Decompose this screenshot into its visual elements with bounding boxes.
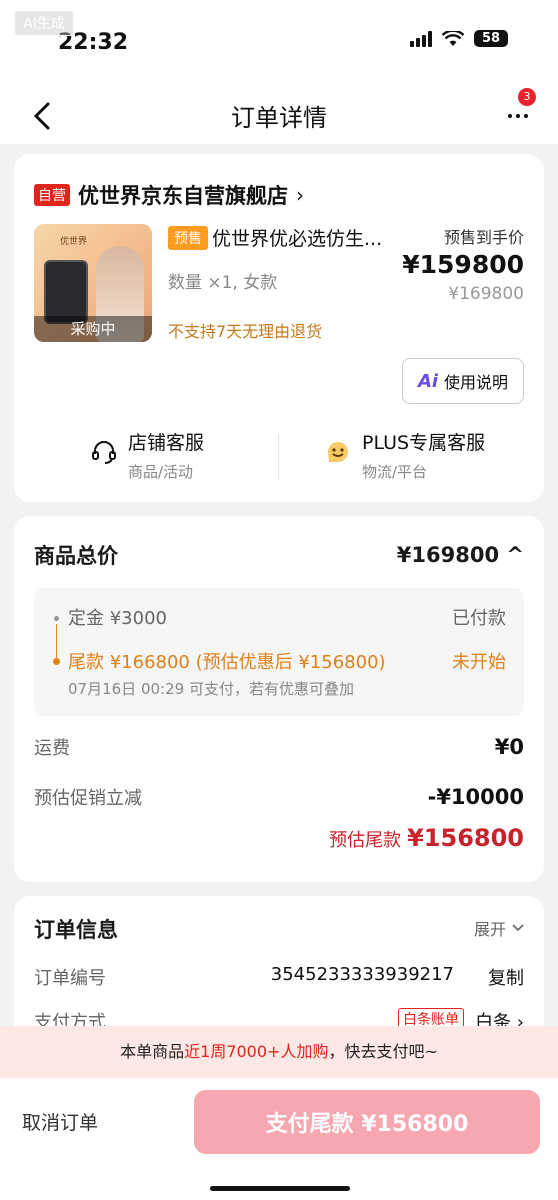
plus-service-sub: 物流/平台	[362, 463, 428, 481]
promo-value: -¥10000	[427, 785, 524, 809]
usage-guide-button[interactable]: Ai 使用说明	[402, 358, 524, 404]
balance-note: 07月16日 00:29 可支付，若有优惠可叠加	[68, 680, 354, 698]
product-spec: 数量 ×1, 女款	[168, 273, 278, 293]
signal-icon	[410, 30, 432, 47]
plus-service-title: PLUS专属客服	[362, 432, 486, 454]
total-price-row[interactable]: 商品总价 ¥169800 ^	[34, 540, 524, 570]
ai-watermark: AI生成	[14, 10, 74, 36]
presale-tag: 预售	[168, 226, 208, 250]
product-card: 自营 优世界京东自营旗舰店 › 优世界 采购中 预售 优世界优必选仿生... 数…	[14, 154, 544, 502]
page-title: 订单详情	[231, 104, 327, 132]
divider	[278, 434, 279, 480]
ai-sparkle-icon: Ai	[417, 370, 439, 392]
bottom-action-bar: 取消订单 支付尾款 ¥156800	[0, 1078, 558, 1200]
promo-label: 预估促销立减	[34, 788, 142, 809]
return-warning: 不支持7天无理由退货	[168, 322, 323, 341]
pay-balance-button[interactable]: 支付尾款 ¥156800	[194, 1090, 540, 1154]
balance-line: 尾款 ¥166800 (预估优惠后 ¥156800)	[68, 652, 386, 673]
thumb-logo: 优世界	[60, 237, 88, 247]
expand-button[interactable]: 展开	[474, 916, 524, 940]
headset-icon	[92, 441, 116, 464]
cancel-order-button[interactable]: 取消订单	[22, 1108, 98, 1135]
payment-schedule: 定金 ¥3000 已付款 尾款 ¥166800 (预估优惠后 ¥156800) …	[34, 588, 524, 716]
order-number-label: 订单编号	[34, 968, 106, 989]
promo-banner: 本单商品近1周7000+人加购，快去支付吧~	[0, 1026, 558, 1078]
timeline-dot-active	[53, 658, 60, 665]
estimated-balance: 预估尾款 ¥156800	[329, 824, 524, 852]
promo-prefix: 本单商品	[120, 1042, 185, 1061]
timeline-line	[56, 624, 57, 658]
thumb-status: 采购中	[34, 316, 152, 342]
battery-icon: 58	[474, 30, 508, 47]
self-operated-tag: 自营	[34, 184, 70, 206]
nav-bar: 订单详情 3	[0, 88, 558, 144]
usage-guide-label: 使用说明	[444, 373, 509, 392]
chevron-right-icon: ›	[296, 183, 304, 207]
status-bar: 22:32 58	[0, 0, 558, 88]
shop-name: 优世界京东自营旗舰店	[78, 184, 288, 208]
original-price: ¥169800	[448, 284, 524, 304]
price-summary-card: 商品总价 ¥169800 ^ 定金 ¥3000 已付款 尾款 ¥166800 (…	[14, 516, 544, 882]
smiley-icon	[328, 442, 348, 462]
store-service-title: 店铺客服	[128, 432, 205, 454]
chevron-down-icon	[512, 924, 524, 932]
notification-badge: 3	[518, 88, 536, 106]
phone-graphic	[44, 260, 88, 324]
presale-price: ¥159800	[402, 250, 524, 279]
order-info-title: 订单信息	[34, 918, 118, 942]
product-thumbnail[interactable]: 优世界 采购中	[34, 224, 152, 342]
status-icons: 58	[410, 30, 508, 47]
price-label: 预售到手价	[443, 228, 524, 247]
balance-status: 未开始	[452, 652, 506, 673]
wifi-icon	[442, 30, 464, 46]
shipping-value: ¥0	[494, 735, 524, 759]
total-price-value: ¥169800 ^	[396, 543, 524, 567]
estimated-balance-label: 预估尾款	[329, 830, 402, 851]
promo-highlight: 近1周7000+人加购	[184, 1042, 329, 1061]
estimated-balance-value: ¥156800	[407, 824, 524, 852]
home-indicator	[210, 1186, 350, 1191]
shipping-row: 运费 ¥0	[34, 734, 524, 760]
copy-button[interactable]: 复制	[488, 964, 524, 990]
deposit-status: 已付款	[452, 608, 506, 629]
promo-row: 预估促销立减 -¥10000	[34, 784, 524, 810]
timeline-dot	[54, 616, 59, 621]
total-price-label: 商品总价	[34, 544, 118, 568]
promo-suffix: ，快去支付吧~	[328, 1042, 438, 1061]
order-number: 3545233333939217	[270, 964, 454, 985]
shipping-label: 运费	[34, 738, 70, 759]
product-name[interactable]: 优世界优必选仿生...	[212, 224, 402, 251]
deposit-line: 定金 ¥3000	[68, 608, 167, 629]
expand-label: 展开	[473, 920, 506, 939]
store-service-sub: 商品/活动	[128, 463, 194, 481]
plus-service-button[interactable]: PLUS专属客服 物流/平台	[324, 428, 485, 482]
store-service-button[interactable]: 店铺客服 商品/活动	[90, 428, 204, 482]
shop-header[interactable]: 自营 优世界京东自营旗舰店 ›	[34, 180, 304, 210]
